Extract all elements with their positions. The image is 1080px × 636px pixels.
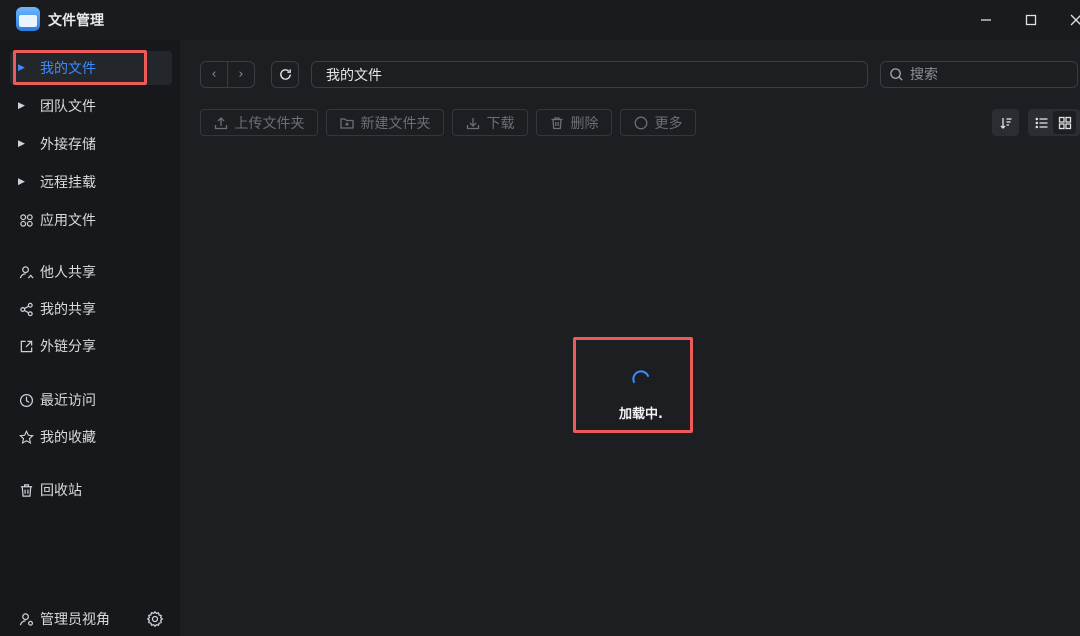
maximize-icon (1025, 14, 1037, 26)
user-share-icon (18, 264, 34, 280)
download-icon (466, 116, 480, 130)
sidebar-item-label: 回收站 (40, 483, 82, 499)
sidebar-item-recent[interactable]: 最近访问 (10, 383, 172, 417)
close-icon (1070, 14, 1080, 26)
sidebar-item-label: 团队文件 (40, 99, 96, 115)
grid-view-button[interactable] (1053, 111, 1076, 134)
sidebar-item-external-storage[interactable]: ▶ 外接存储 (10, 127, 172, 161)
apps-grid-icon (18, 212, 34, 228)
download-button[interactable]: 下载 (452, 109, 528, 136)
sidebar-item-label: 应用文件 (40, 213, 96, 229)
sidebar-item-app-files[interactable]: 应用文件 (10, 203, 172, 237)
loading-indicator: 加载中. (573, 337, 693, 433)
list-view-button[interactable] (1030, 111, 1053, 134)
upload-folder-button[interactable]: 上传文件夹 (200, 109, 318, 136)
title-bar: 文件管理 (0, 0, 1080, 40)
sidebar-item-label: 我的共享 (40, 302, 96, 318)
sidebar-item-external-link-share[interactable]: 外链分享 (10, 329, 172, 363)
sidebar-item-label: 外链分享 (40, 339, 96, 355)
external-link-icon (18, 338, 34, 354)
admin-user-icon (18, 611, 34, 627)
upload-folder-label: 上传文件夹 (234, 115, 305, 132)
upload-icon (214, 116, 228, 130)
sidebar-item-favorites[interactable]: 我的收藏 (10, 420, 172, 454)
close-button[interactable] (1062, 6, 1080, 34)
chevron-right-icon: › (238, 67, 244, 82)
refresh-button[interactable] (271, 61, 299, 88)
loading-text: 加载中. (619, 407, 663, 422)
search-box[interactable] (880, 61, 1078, 88)
search-icon (890, 68, 903, 81)
caret-right-icon: ▶ (18, 63, 25, 73)
list-view-icon (1035, 117, 1047, 128)
sort-button[interactable] (992, 109, 1019, 136)
download-label: 下载 (486, 115, 515, 132)
sidebar-footer-label: 管理员视角 (40, 612, 110, 628)
sidebar-item-remote-mount[interactable]: ▶ 远程挂载 (10, 165, 172, 199)
sidebar-item-my-files[interactable]: ▶ 我的文件 (10, 51, 172, 85)
new-folder-button[interactable]: 新建文件夹 (326, 109, 444, 136)
view-mode-toggle (1028, 109, 1080, 136)
new-folder-icon (339, 116, 354, 130)
caret-right-icon: ▶ (18, 139, 25, 149)
star-icon (18, 429, 34, 445)
history-nav: ‹ › (200, 61, 255, 88)
maximize-button[interactable] (1017, 6, 1045, 34)
sidebar-item-recycle-bin[interactable]: 回收站 (10, 473, 172, 507)
more-button[interactable]: 更多 (620, 109, 696, 136)
sidebar-item-label: 外接存储 (40, 137, 96, 153)
caret-right-icon: ▶ (18, 101, 25, 111)
sort-icon (1000, 117, 1011, 129)
grid-view-icon (1058, 116, 1071, 129)
trash-icon (550, 116, 564, 130)
more-circle-icon (634, 116, 648, 130)
delete-button[interactable]: 删除 (536, 109, 612, 136)
sidebar-item-label: 我的文件 (40, 61, 96, 77)
trash-icon (18, 482, 34, 498)
current-path: 我的文件 (326, 67, 382, 84)
chevron-left-icon: ‹ (211, 67, 217, 82)
back-button[interactable]: ‹ (201, 62, 227, 87)
app-title: 文件管理 (48, 13, 104, 29)
sidebar-item-team-files[interactable]: ▶ 团队文件 (10, 89, 172, 123)
loading-spinner-icon (632, 370, 649, 383)
refresh-icon (279, 69, 291, 80)
admin-view-toggle[interactable]: 管理员视角 (10, 602, 138, 636)
caret-right-icon: ▶ (18, 177, 25, 187)
more-label: 更多 (654, 115, 683, 132)
app-folder-icon (16, 7, 40, 31)
delete-label: 删除 (570, 115, 599, 132)
sidebar-item-label: 他人共享 (40, 265, 96, 281)
sidebar-item-label: 远程挂载 (40, 175, 96, 191)
sidebar-item-label: 我的收藏 (40, 430, 96, 446)
sidebar-item-my-shares[interactable]: 我的共享 (10, 292, 172, 326)
forward-button[interactable]: › (227, 62, 254, 87)
sidebar-item-shared-with-me[interactable]: 他人共享 (10, 255, 172, 289)
search-input[interactable] (910, 66, 1070, 83)
clock-icon (18, 392, 34, 408)
share-icon (18, 301, 34, 317)
path-bar[interactable]: 我的文件 (311, 61, 868, 88)
sidebar-item-label: 最近访问 (40, 393, 96, 409)
minimize-icon (981, 19, 991, 21)
settings-gear-icon[interactable] (146, 610, 164, 628)
new-folder-label: 新建文件夹 (360, 115, 431, 132)
minimize-button[interactable] (972, 6, 1000, 34)
